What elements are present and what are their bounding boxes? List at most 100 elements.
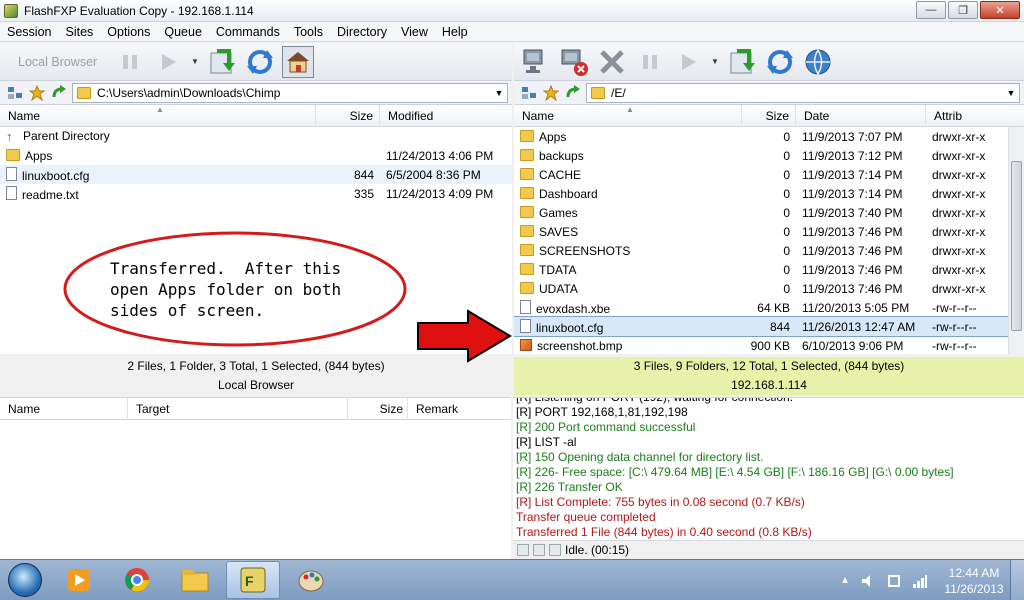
- list-item[interactable]: ↑ Parent Directory: [0, 127, 512, 146]
- chevron-down-icon[interactable]: ▼: [1003, 88, 1019, 98]
- site-manager-icon[interactable]: [6, 84, 24, 102]
- pause-icon[interactable]: [114, 46, 146, 78]
- column-size[interactable]: Size: [378, 398, 408, 419]
- refresh-icon[interactable]: [244, 46, 276, 78]
- menu-sites[interactable]: Sites: [58, 25, 100, 39]
- refresh-download-icon[interactable]: [726, 46, 758, 78]
- column-name[interactable]: Name: [0, 398, 128, 419]
- minimize-button[interactable]: —: [916, 1, 946, 19]
- file-date: 11/26/2013 12:47 AM: [802, 319, 916, 334]
- remote-path-combobox[interactable]: /E/ ▼: [586, 82, 1020, 103]
- column-size[interactable]: Size: [316, 105, 380, 126]
- svg-text:F: F: [245, 573, 254, 589]
- close-button[interactable]: ✕: [980, 1, 1020, 19]
- menu-queue[interactable]: Queue: [157, 25, 209, 39]
- go-up-icon[interactable]: [564, 84, 582, 102]
- lock-icon: [517, 544, 529, 556]
- play-dropdown-icon[interactable]: ▼: [190, 46, 200, 78]
- maximize-button[interactable]: ❐: [948, 1, 978, 19]
- home-icon[interactable]: [282, 45, 314, 78]
- file-icon: [6, 166, 17, 181]
- file-date: 11/9/2013 7:46 PM: [802, 224, 903, 239]
- file-size: 335: [353, 186, 374, 201]
- remote-path-bar: /E/ ▼: [514, 81, 1024, 105]
- scrollbar-thumb[interactable]: [1011, 161, 1022, 331]
- column-size[interactable]: Size: [742, 105, 796, 126]
- menu-tools[interactable]: Tools: [287, 25, 330, 39]
- pause-icon[interactable]: [634, 46, 666, 78]
- menu-view[interactable]: View: [394, 25, 435, 39]
- menu-directory[interactable]: Directory: [330, 25, 394, 39]
- menu-session[interactable]: Session: [0, 25, 58, 39]
- play-icon[interactable]: [152, 46, 184, 78]
- abort-x-icon[interactable]: [596, 46, 628, 78]
- menu-commands[interactable]: Commands: [209, 25, 287, 39]
- show-desktop-button[interactable]: [1010, 560, 1024, 600]
- network-signal-icon[interactable]: [912, 573, 928, 589]
- list-item[interactable]: SAVES 0 11/9/2013 7:46 PM drwxr-xr-x: [514, 222, 1024, 241]
- column-remark[interactable]: Remark: [408, 398, 508, 419]
- list-item[interactable]: screenshot.bmp 900 KB 6/10/2013 9:06 PM …: [514, 336, 1024, 354]
- list-item[interactable]: Apps 0 11/9/2013 7:07 PM drwxr-xr-x: [514, 127, 1024, 146]
- column-date[interactable]: Date: [796, 105, 926, 126]
- volume-icon[interactable]: [860, 573, 876, 589]
- globe-icon[interactable]: [802, 46, 834, 78]
- file-name: Parent Directory: [23, 128, 110, 143]
- favorites-star-icon[interactable]: [28, 84, 46, 102]
- file-size: 900 KB: [750, 338, 790, 353]
- disconnect-icon[interactable]: [558, 46, 590, 78]
- site-manager-icon[interactable]: [520, 84, 538, 102]
- list-item[interactable]: Games 0 11/9/2013 7:40 PM drwxr-xr-x: [514, 203, 1024, 222]
- favorites-star-icon[interactable]: [542, 84, 560, 102]
- file-name: Dashboard: [539, 186, 598, 201]
- connect-icon[interactable]: [520, 46, 552, 78]
- file-icon: [520, 299, 531, 314]
- list-item[interactable]: SCREENSHOTS 0 11/9/2013 7:46 PM drwxr-xr…: [514, 241, 1024, 260]
- file-size: 0: [783, 243, 790, 258]
- file-attrib: drwxr-xr-x: [932, 148, 986, 163]
- list-item[interactable]: Apps 11/24/2013 4:06 PM: [0, 146, 512, 165]
- chevron-down-icon[interactable]: ▼: [491, 88, 507, 98]
- play-dropdown-icon[interactable]: ▼: [710, 46, 720, 78]
- taskbar-flashfxp[interactable]: F: [226, 561, 280, 599]
- play-icon[interactable]: [672, 46, 704, 78]
- column-attrib[interactable]: Attrib: [926, 105, 1008, 126]
- list-item[interactable]: readme.txt 335 11/24/2013 4:09 PM: [0, 184, 512, 203]
- usb-device-icon[interactable]: [886, 573, 902, 589]
- list-item[interactable]: evoxdash.xbe 64 KB 11/20/2013 5:05 PM -r…: [514, 298, 1024, 317]
- up-arrow-icon: ↑: [6, 128, 13, 144]
- taskbar-chrome[interactable]: [110, 561, 164, 599]
- local-browser-label[interactable]: Local Browser: [6, 55, 114, 69]
- remote-list-scrollbar[interactable]: [1008, 127, 1024, 354]
- annotation-text: Transferred. After this open Apps folder…: [110, 259, 342, 320]
- taskbar-paint[interactable]: [284, 561, 338, 599]
- start-button[interactable]: [2, 560, 48, 600]
- log-line: [R] LIST -al: [516, 435, 577, 449]
- list-item-selected[interactable]: linuxboot.cfg 844 6/5/2004 8:36 PM: [0, 165, 512, 184]
- file-date: 11/9/2013 7:14 PM: [802, 186, 903, 201]
- go-up-icon[interactable]: [50, 84, 68, 102]
- list-item[interactable]: backups 0 11/9/2013 7:12 PM drwxr-xr-x: [514, 146, 1024, 165]
- refresh-icon[interactable]: [764, 46, 796, 78]
- file-attrib: drwxr-xr-x: [932, 167, 986, 182]
- menu-options[interactable]: Options: [100, 25, 157, 39]
- local-path-combobox[interactable]: C:\Users\admin\Downloads\Chimp ▼: [72, 82, 508, 103]
- taskbar-media-player[interactable]: [52, 561, 106, 599]
- sort-ascending-icon: ▲: [156, 105, 164, 114]
- menu-help[interactable]: Help: [435, 25, 475, 39]
- column-modified[interactable]: Modified: [380, 105, 512, 126]
- annotation-arrow: [417, 309, 512, 363]
- list-item[interactable]: TDATA 0 11/9/2013 7:46 PM drwxr-xr-x: [514, 260, 1024, 279]
- list-item[interactable]: UDATA 0 11/9/2013 7:46 PM drwxr-xr-x: [514, 279, 1024, 298]
- list-item[interactable]: Dashboard 0 11/9/2013 7:14 PM drwxr-xr-x: [514, 184, 1024, 203]
- file-attrib: drwxr-xr-x: [932, 129, 986, 144]
- column-target[interactable]: Target: [128, 398, 348, 419]
- file-icon: [6, 185, 17, 200]
- title-bar: FlashFXP Evaluation Copy - 192.168.1.114…: [0, 0, 1024, 22]
- list-item[interactable]: CACHE 0 11/9/2013 7:14 PM drwxr-xr-x: [514, 165, 1024, 184]
- refresh-download-icon[interactable]: [206, 46, 238, 78]
- show-hidden-icons-icon[interactable]: ▲: [840, 575, 850, 586]
- clock[interactable]: 12:44 AM 11/26/2013: [938, 565, 1010, 597]
- list-item-selected[interactable]: linuxboot.cfg 844 11/26/2013 12:47 AM -r…: [514, 316, 1024, 337]
- taskbar-explorer[interactable]: [168, 561, 222, 599]
